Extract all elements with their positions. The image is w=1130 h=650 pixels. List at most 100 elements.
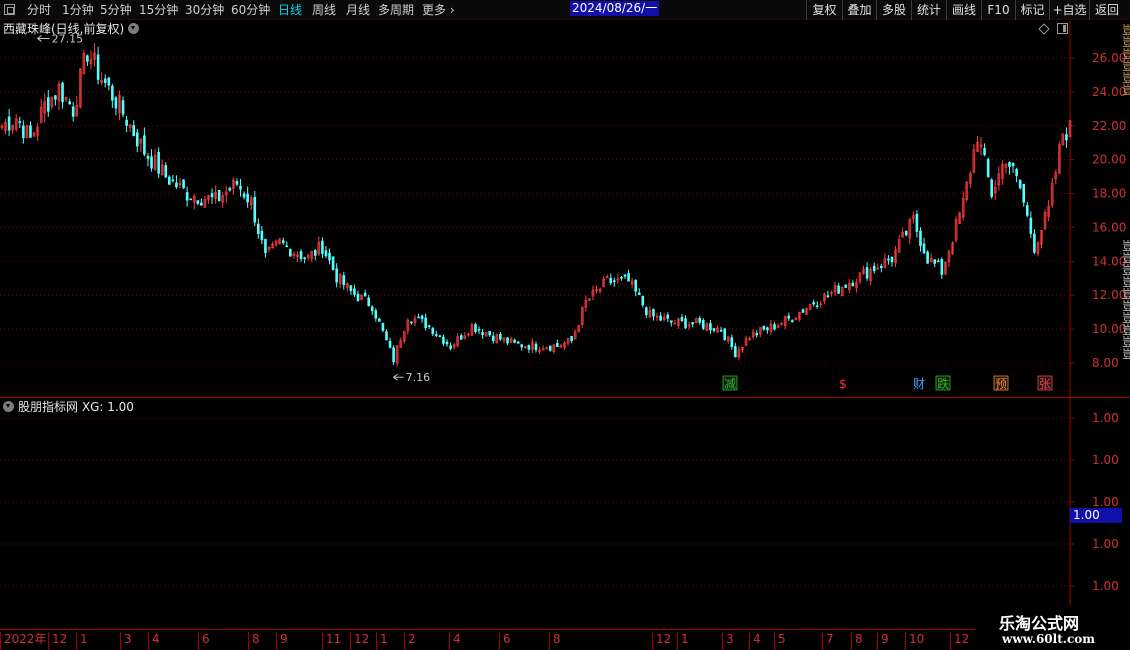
candle-body	[442, 336, 445, 344]
time-axis-tick: 1	[677, 632, 689, 650]
period-tab-5min[interactable]: 5分钟	[100, 2, 132, 18]
candle-body	[548, 345, 552, 351]
time-axis-tick: 1	[376, 632, 388, 650]
price-chart[interactable]: 26.0024.0022.0020.0018.0016.0014.0012.00…	[0, 21, 1130, 397]
event-marker[interactable]: $	[839, 377, 847, 391]
candle-body	[773, 324, 776, 330]
chevron-down-icon[interactable]	[128, 23, 140, 34]
candle-body	[812, 302, 815, 305]
candle-body	[427, 325, 431, 327]
candle-body	[168, 176, 171, 185]
chevron-down-icon[interactable]	[3, 401, 14, 412]
event-marker[interactable]: 预	[995, 377, 1007, 391]
event-marker[interactable]: 张	[1039, 377, 1051, 391]
period-tab-30min[interactable]: 30分钟	[185, 2, 224, 18]
candle-body	[353, 288, 356, 295]
indicator-panel[interactable]: 1.00 1.00 1.00 1.00 1.00 股朋指标网 XG: 1.00	[0, 397, 1130, 630]
candle-body	[613, 280, 616, 282]
candle-body	[431, 327, 435, 334]
adjust-button[interactable]: 复权	[806, 0, 842, 20]
candle-body	[54, 95, 57, 100]
candle-body	[983, 148, 986, 155]
price-chart-panel[interactable]: 26.00 24.00 22.00 20.00 18.00 16.00 14.00 12.00…	[0, 21, 1130, 397]
candle-body	[121, 100, 125, 115]
time-axis-tick: 12	[950, 632, 969, 650]
candle-body	[709, 323, 712, 331]
candle-body	[990, 179, 993, 197]
candle-body	[513, 339, 516, 343]
indicator-chart[interactable]: 1.001.001.001.001.00	[0, 398, 1130, 630]
multi-stock-button[interactable]: 多股	[876, 0, 911, 20]
statistics-button[interactable]: 统计	[911, 0, 946, 20]
candle-body	[787, 315, 791, 319]
mark-button[interactable]: 标记	[1015, 0, 1049, 20]
candle-body	[367, 297, 370, 307]
period-tab-15min[interactable]: 15分钟	[139, 2, 178, 18]
panel-toggle-icon[interactable]	[1057, 23, 1068, 34]
indicator-axis-label: 1.00	[1092, 579, 1119, 593]
indicator-axis-label: 1.00	[1092, 453, 1119, 467]
price-axis-label: 20.00	[1092, 153, 1126, 167]
candle-body	[381, 323, 385, 331]
candle-body	[125, 119, 128, 126]
candle-body	[196, 200, 200, 204]
period-tab-weekly[interactable]: 周线	[312, 2, 336, 18]
time-axis-tick: 9	[877, 632, 889, 650]
watermark: 乐淘公式网 www.60lt.com	[977, 606, 1130, 650]
time-axis-tick: 2	[404, 632, 416, 650]
period-tab-1min[interactable]: 1分钟	[62, 2, 94, 18]
period-tab-multi[interactable]: 多周期	[378, 2, 414, 18]
add-watchlist-button[interactable]: +自选	[1049, 0, 1089, 20]
candle-body	[210, 193, 214, 198]
candle-body	[1011, 162, 1015, 167]
candle-body	[609, 277, 613, 284]
candle-body	[1008, 162, 1011, 167]
period-tab-daily[interactable]: 日线	[278, 2, 302, 18]
candle-body	[449, 345, 452, 349]
time-axis-tick: 4	[749, 632, 761, 650]
candle-body	[420, 315, 424, 320]
current-value-badge: 1.00	[1070, 508, 1122, 523]
candle-body	[29, 125, 32, 138]
period-tab-60min[interactable]: 60分钟	[231, 2, 270, 18]
candle-body	[1033, 233, 1036, 253]
period-tab-intraday[interactable]: 分时	[27, 2, 51, 18]
candle-body	[103, 78, 107, 83]
candle-body	[488, 330, 492, 336]
price-axis-label: 22.00	[1092, 119, 1126, 133]
time-axis-tick: 4	[148, 632, 160, 650]
watermark-url: www.60lt.com	[1002, 632, 1095, 646]
event-marker[interactable]: 财	[913, 377, 925, 391]
candle-body	[46, 97, 50, 112]
f10-button[interactable]: F10	[981, 0, 1015, 20]
candle-body	[474, 324, 477, 332]
candle-body	[506, 337, 509, 344]
candle-body	[388, 341, 392, 348]
candle-body	[438, 335, 442, 338]
candle-body	[637, 292, 641, 295]
time-axis-tick: 12	[350, 632, 369, 650]
candle-body	[303, 257, 306, 260]
time-axis-tick: 6	[499, 632, 511, 650]
candle-body	[246, 193, 249, 203]
period-tab-more[interactable]: 更多 ›	[422, 2, 455, 18]
overlay-button[interactable]: 叠加	[842, 0, 876, 20]
candle-body	[185, 192, 189, 201]
period-tab-monthly[interactable]: 月线	[346, 2, 370, 18]
price-axis-label: 18.00	[1092, 187, 1126, 201]
candle-body	[719, 329, 723, 332]
candle-body	[445, 341, 449, 345]
candle-body	[289, 249, 292, 257]
event-marker[interactable]: 跌	[937, 376, 949, 391]
event-marker[interactable]: 减	[724, 377, 736, 391]
candle-body	[1015, 168, 1018, 177]
back-button[interactable]: 返回	[1089, 0, 1124, 20]
candle-body	[491, 335, 495, 341]
time-axis-tick: 12	[652, 632, 671, 650]
candle-body	[235, 181, 239, 185]
indicator-name: 股朋指标网	[18, 400, 79, 414]
candle-body	[499, 333, 502, 340]
draw-line-button[interactable]: 画线	[946, 0, 981, 20]
candle-body	[844, 284, 848, 288]
window-icon[interactable]	[4, 4, 15, 15]
